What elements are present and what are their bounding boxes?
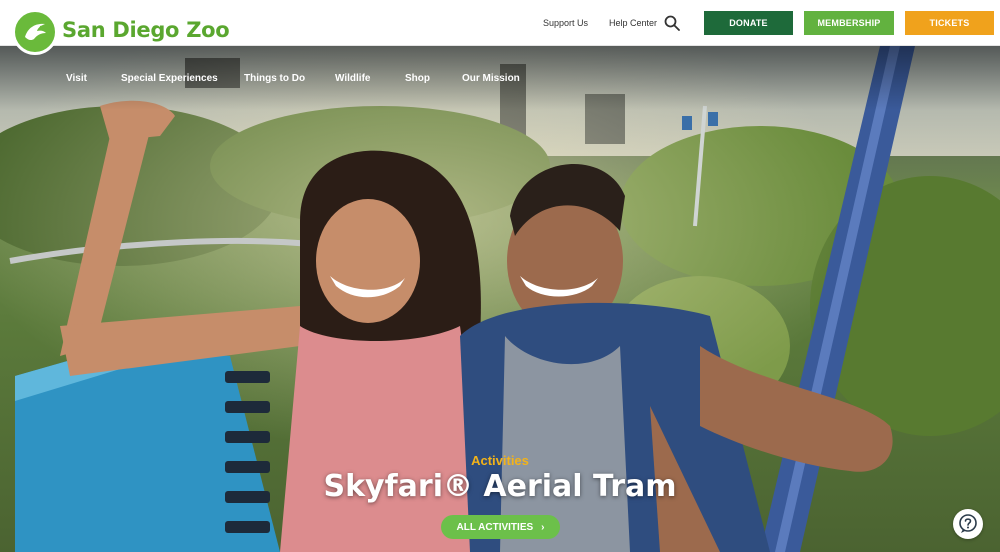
support-us-link[interactable]: Support Us bbox=[543, 18, 588, 28]
membership-button[interactable]: MEMBERSHIP bbox=[804, 11, 894, 35]
eagle-logo-icon[interactable] bbox=[12, 9, 58, 55]
hero-kicker: Activities bbox=[471, 453, 529, 468]
all-activities-button[interactable]: ALL ACTIVITIES › bbox=[441, 515, 560, 539]
chevron-right-icon: › bbox=[541, 521, 545, 533]
search-icon[interactable] bbox=[664, 15, 680, 31]
hero-banner: Visit Special Experiences Things to Do W… bbox=[0, 46, 1000, 552]
hero-title: Skyfari® Aerial Tram bbox=[323, 469, 677, 504]
nav-item-special-experiences[interactable]: Special Experiences bbox=[121, 73, 218, 84]
tickets-button[interactable]: TICKETS bbox=[905, 11, 994, 35]
nav-item-visit[interactable]: Visit bbox=[66, 73, 87, 84]
donate-button[interactable]: DONATE bbox=[704, 11, 793, 35]
help-chat-icon[interactable] bbox=[953, 509, 983, 539]
main-nav: Visit Special Experiences Things to Do W… bbox=[0, 46, 1000, 110]
help-center-link[interactable]: Help Center bbox=[609, 18, 657, 28]
brand-name[interactable]: San Diego Zoo bbox=[62, 18, 230, 42]
all-activities-label: ALL ACTIVITIES bbox=[456, 521, 534, 533]
nav-item-wildlife[interactable]: Wildlife bbox=[335, 73, 370, 84]
nav-item-things-to-do[interactable]: Things to Do bbox=[244, 73, 305, 84]
nav-item-our-mission[interactable]: Our Mission bbox=[462, 73, 520, 84]
nav-item-shop[interactable]: Shop bbox=[405, 73, 430, 84]
